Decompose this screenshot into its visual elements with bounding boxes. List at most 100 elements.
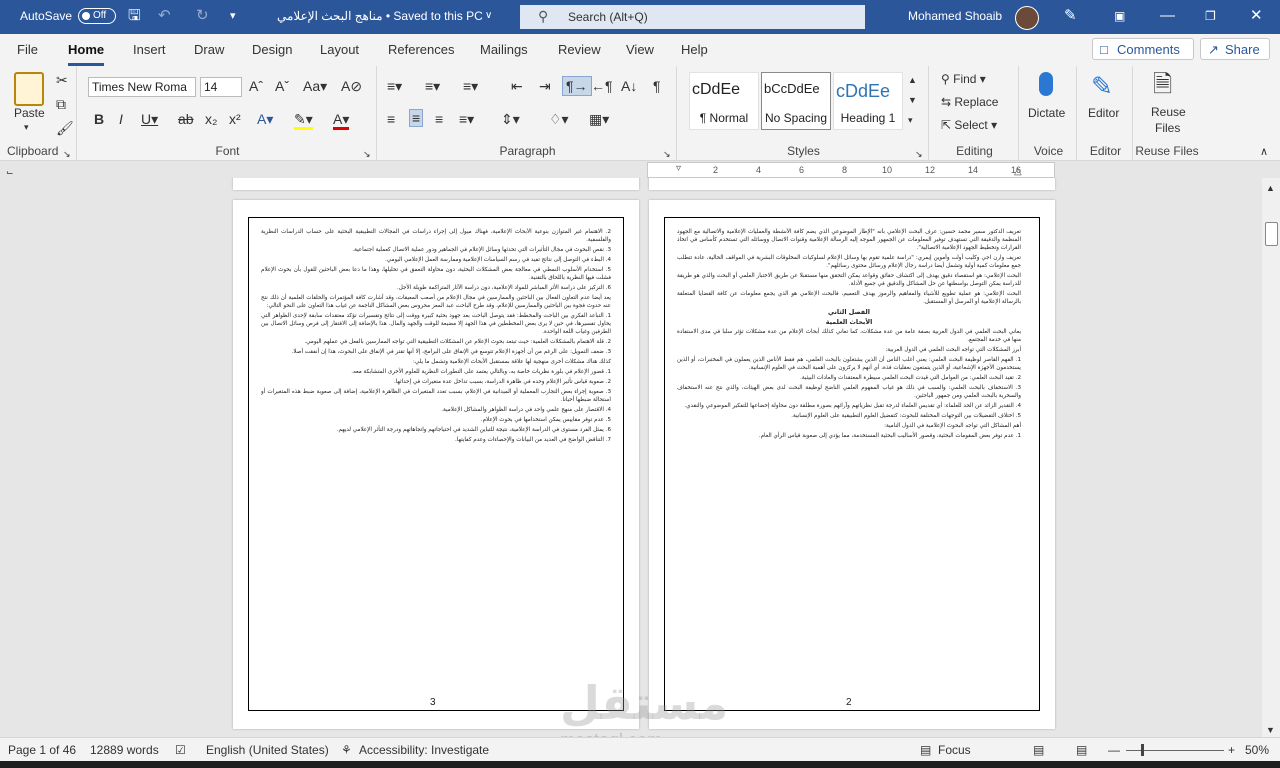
title-chevron-icon[interactable]: ∨	[485, 7, 492, 25]
comments-button[interactable]: □ Comments	[1092, 38, 1194, 60]
reuse-button-line1[interactable]: Reuse	[1151, 105, 1186, 119]
tab-mailings[interactable]: Mailings	[480, 42, 528, 57]
styles-scroll-up-icon[interactable]: ▲	[908, 72, 917, 88]
right-indent-marker-icon[interactable]: △	[1014, 166, 1022, 177]
right-to-left-icon[interactable]: ←¶	[591, 78, 613, 94]
editor-button[interactable]: Editor	[1088, 106, 1119, 120]
highlight-icon[interactable]: ✎▾	[294, 111, 313, 130]
align-left-icon[interactable]: ≡	[387, 111, 395, 127]
tab-file[interactable]: File	[17, 42, 38, 57]
web-layout-icon[interactable]: ▤	[1076, 743, 1087, 757]
vertical-scrollbar[interactable]: ▲ ▼	[1262, 178, 1280, 737]
page-3-text[interactable]: 2. الاهتمام غير المتوازن بنوعية الأبحاث …	[261, 228, 611, 693]
search-box[interactable]: ⚲ Search (Alt+Q)	[520, 5, 865, 29]
superscript-icon[interactable]: x²	[229, 111, 241, 127]
underline-icon[interactable]: U▾	[141, 111, 158, 127]
justify-icon[interactable]: ≡▾	[459, 111, 474, 127]
clear-formatting-icon[interactable]: A⊘	[341, 78, 362, 94]
format-painter-icon[interactable]: 🖌	[56, 120, 74, 136]
paste-button[interactable]: Paste	[14, 106, 45, 120]
text-effects-icon[interactable]: A▾	[257, 111, 273, 127]
microphone-icon[interactable]	[1039, 72, 1053, 96]
styles-launcher-icon[interactable]: ↘	[915, 146, 923, 162]
tab-design[interactable]: Design	[252, 42, 292, 57]
pen-icon[interactable]: ✎	[1064, 7, 1077, 25]
accessibility-status[interactable]: Accessibility: Investigate	[359, 743, 489, 757]
tab-layout[interactable]: Layout	[320, 42, 359, 57]
collapse-ribbon-icon[interactable]: ∧	[1260, 144, 1268, 160]
tab-view[interactable]: View	[626, 42, 654, 57]
save-icon[interactable]: 🖫	[128, 7, 141, 25]
replace-button[interactable]: ⇆ Replace	[941, 94, 998, 110]
select-button[interactable]: ⇱ Select ▾	[941, 117, 997, 133]
bold-icon[interactable]: B	[94, 111, 104, 127]
sort-icon[interactable]: A↓	[621, 78, 637, 94]
tab-home[interactable]: Home	[68, 42, 105, 66]
clipboard-launcher-icon[interactable]: ↘	[63, 146, 71, 162]
tab-draw[interactable]: Draw	[194, 42, 224, 57]
redo-icon[interactable]: ↻	[196, 7, 209, 25]
show-formatting-icon[interactable]: ¶	[653, 78, 661, 94]
dictate-button[interactable]: Dictate	[1028, 106, 1065, 120]
subscript-icon[interactable]: x₂	[205, 111, 217, 127]
copy-icon[interactable]: ⧉	[56, 96, 66, 112]
tab-review[interactable]: Review	[558, 42, 601, 57]
restore-icon[interactable]: ❐	[1205, 7, 1216, 25]
zoom-slider-thumb[interactable]	[1141, 744, 1144, 756]
paste-dropdown-icon[interactable]: ▾	[24, 122, 29, 133]
document-canvas[interactable]: 2. الاهتمام غير المتوازن بنوعية الأبحاث …	[0, 178, 1262, 737]
print-layout-icon[interactable]: ▤	[1033, 743, 1044, 757]
minimize-icon[interactable]: —	[1160, 7, 1175, 25]
editor-icon[interactable]: ✎	[1091, 72, 1113, 100]
italic-icon[interactable]: I	[119, 111, 123, 127]
avatar[interactable]	[1015, 6, 1039, 30]
scroll-down-icon[interactable]: ▼	[1266, 722, 1275, 738]
page-2-text[interactable]: تعريف الدكتور سمير محمد حسين: عرف البحث …	[677, 228, 1021, 693]
font-size-combo[interactable]: 14	[200, 77, 242, 97]
indent-marker-icon[interactable]: ▿	[676, 163, 681, 174]
scroll-thumb[interactable]	[1265, 222, 1278, 246]
ribbon-display-icon[interactable]: ▣	[1114, 7, 1125, 25]
style-heading-1[interactable]: cDdEe Heading 1	[833, 72, 903, 130]
tab-help[interactable]: Help	[681, 42, 708, 57]
reuse-button-line2[interactable]: Files	[1155, 121, 1180, 135]
proofing-icon[interactable]: ☑	[175, 743, 186, 757]
document-title[interactable]: مناهج البحث الإعلامي • Saved to this PC	[277, 9, 483, 23]
customize-qat-icon[interactable]: ▾	[230, 7, 236, 25]
tab-insert[interactable]: Insert	[133, 42, 166, 57]
close-icon[interactable]: ✕	[1250, 7, 1263, 25]
left-to-right-icon[interactable]: ¶→	[562, 76, 592, 96]
autosave-toggle[interactable]: Off	[78, 8, 116, 24]
line-spacing-icon[interactable]: ⇕▾	[501, 111, 520, 127]
page-3[interactable]: 2. الاهتمام غير المتوازن بنوعية الأبحاث …	[233, 200, 639, 729]
style-normal[interactable]: cDdEe ¶ Normal	[689, 72, 759, 130]
undo-icon[interactable]: ↶	[158, 7, 171, 25]
horizontal-ruler[interactable]: 2 4 6 8 10 12 14 16 ▿ △	[647, 162, 1055, 178]
cut-icon[interactable]: ✂	[56, 72, 68, 88]
zoom-in-icon[interactable]: +	[1228, 743, 1235, 757]
paste-icon[interactable]	[14, 72, 44, 106]
page-2[interactable]: تعريف الدكتور سمير محمد حسين: عرف البحث …	[649, 200, 1055, 729]
styles-scroll-down-icon[interactable]: ▼	[908, 92, 917, 108]
scroll-up-icon[interactable]: ▲	[1266, 180, 1275, 196]
decrease-indent-icon[interactable]: ⇤	[511, 78, 523, 94]
strikethrough-icon[interactable]: ab	[178, 111, 194, 127]
page-count[interactable]: Page 1 of 46	[8, 743, 76, 757]
increase-indent-icon[interactable]: ⇥	[539, 78, 551, 94]
align-right-icon[interactable]: ≡	[435, 111, 443, 127]
bullets-icon[interactable]: ≡▾	[387, 78, 402, 94]
font-name-combo[interactable]: Times New Roma	[88, 77, 196, 97]
share-button[interactable]: ↗ Share	[1200, 38, 1270, 60]
grow-font-icon[interactable]: Aˆ	[249, 78, 263, 94]
language[interactable]: English (United States)	[206, 743, 329, 757]
style-no-spacing[interactable]: bCcDdEe No Spacing	[761, 72, 831, 130]
user-name[interactable]: Mohamed Shoaib	[908, 9, 1002, 23]
shading-icon[interactable]: ♢▾	[549, 111, 569, 127]
find-button[interactable]: ⚲ Find ▾	[941, 71, 986, 87]
reuse-files-icon[interactable]: 🗎	[1153, 72, 1172, 98]
paragraph-launcher-icon[interactable]: ↘	[663, 146, 671, 162]
font-launcher-icon[interactable]: ↘	[363, 146, 371, 162]
styles-more-icon[interactable]: ▾	[908, 112, 913, 128]
tab-references[interactable]: References	[388, 42, 454, 57]
borders-icon[interactable]: ▦▾	[589, 111, 609, 127]
